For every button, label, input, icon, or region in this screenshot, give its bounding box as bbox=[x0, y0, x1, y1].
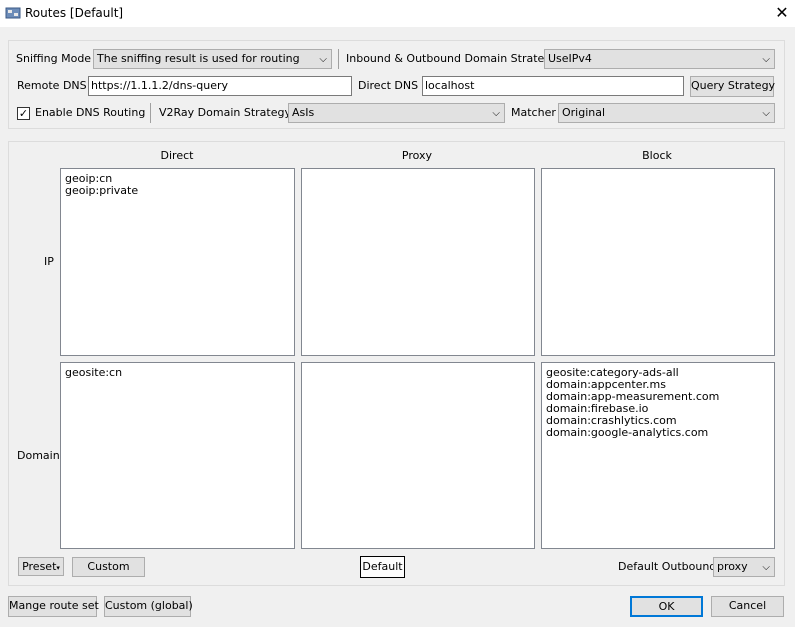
column-header-block: Block bbox=[642, 149, 672, 162]
cancel-button[interactable]: Cancel bbox=[711, 596, 784, 617]
chevron-down-icon: ⌵ bbox=[762, 562, 770, 573]
separator bbox=[150, 103, 151, 123]
ip-direct-textarea[interactable]: geoip:cn geoip:private bbox=[60, 168, 295, 356]
check-icon: ✓ bbox=[18, 107, 29, 120]
remote-dns-input[interactable]: https://1.1.1.2/dns-query bbox=[88, 76, 352, 96]
preset-button[interactable]: Preset▾ bbox=[18, 557, 64, 576]
custom-button[interactable]: Custom bbox=[72, 557, 145, 577]
column-header-proxy: Proxy bbox=[401, 149, 433, 162]
rule-line: geoip:private bbox=[65, 184, 139, 197]
remote-dns-value: https://1.1.1.2/dns-query bbox=[91, 79, 229, 92]
domain-block-textarea[interactable]: geosite:category-ads-all domain:appcenter… bbox=[541, 362, 775, 549]
matcher-select[interactable]: Original ⌵ bbox=[558, 103, 775, 123]
sniffing-mode-value: The sniffing result is used for routing bbox=[97, 52, 300, 65]
enable-dns-routing-checkbox[interactable]: ✓ bbox=[17, 107, 30, 120]
manage-route-set-button[interactable]: Mange route set bbox=[8, 596, 99, 617]
matcher-label: Matcher bbox=[511, 106, 556, 119]
chevron-down-icon: ⌵ bbox=[492, 108, 500, 119]
custom-global-button[interactable]: Custom (global) bbox=[104, 596, 193, 617]
window-title: Routes [Default] bbox=[25, 6, 124, 20]
preset-label: Preset bbox=[22, 560, 57, 573]
row-label-domain: Domain bbox=[17, 449, 60, 462]
sniffing-mode-label: Sniffing Mode bbox=[16, 52, 92, 65]
ok-button[interactable]: OK bbox=[630, 596, 703, 617]
chevron-down-icon: ⌵ bbox=[762, 54, 770, 65]
chevron-down-icon: ⌵ bbox=[762, 108, 770, 119]
direct-dns-value: localhost bbox=[425, 79, 475, 92]
direct-dns-label: Direct DNS bbox=[358, 79, 419, 92]
separator bbox=[338, 49, 339, 69]
default-outbound-select[interactable]: proxy ⌵ bbox=[713, 557, 775, 577]
rule-line: domain:google-analytics.com bbox=[546, 426, 709, 439]
default-outbound-label: Default Outbound bbox=[618, 560, 717, 573]
v2ray-strategy-select[interactable]: AsIs ⌵ bbox=[288, 103, 505, 123]
default-button[interactable]: Default bbox=[360, 556, 405, 578]
row-label-ip: IP bbox=[44, 255, 54, 268]
domain-strategy-value: UseIPv4 bbox=[548, 52, 592, 65]
rule-line: geosite:cn bbox=[65, 366, 123, 379]
remote-dns-label: Remote DNS bbox=[17, 79, 87, 92]
default-outbound-value: proxy bbox=[717, 560, 748, 573]
domain-proxy-textarea[interactable] bbox=[301, 362, 535, 549]
app-icon bbox=[5, 6, 21, 20]
v2ray-strategy-value: AsIs bbox=[292, 106, 315, 119]
chevron-down-icon: ⌵ bbox=[319, 54, 327, 65]
enable-dns-routing-label: Enable DNS Routing bbox=[35, 106, 146, 119]
sniffing-mode-select[interactable]: The sniffing result is used for routing … bbox=[93, 49, 332, 69]
domain-strategy-label: Inbound & Outbound Domain Strategy bbox=[346, 52, 558, 65]
direct-dns-input[interactable]: localhost bbox=[422, 76, 684, 96]
ip-block-textarea[interactable] bbox=[541, 168, 775, 356]
ip-proxy-textarea[interactable] bbox=[301, 168, 535, 356]
domain-strategy-select[interactable]: UseIPv4 ⌵ bbox=[544, 49, 775, 69]
column-header-direct: Direct bbox=[160, 149, 194, 162]
matcher-value: Original bbox=[562, 106, 606, 119]
close-icon[interactable]: ✕ bbox=[770, 1, 794, 25]
caret-down-icon: ▾ bbox=[56, 564, 60, 572]
query-strategy-button[interactable]: Query Strategy bbox=[690, 76, 775, 97]
domain-direct-textarea[interactable]: geosite:cn bbox=[60, 362, 295, 549]
v2ray-strategy-label: V2Ray Domain Strategy bbox=[159, 106, 291, 119]
